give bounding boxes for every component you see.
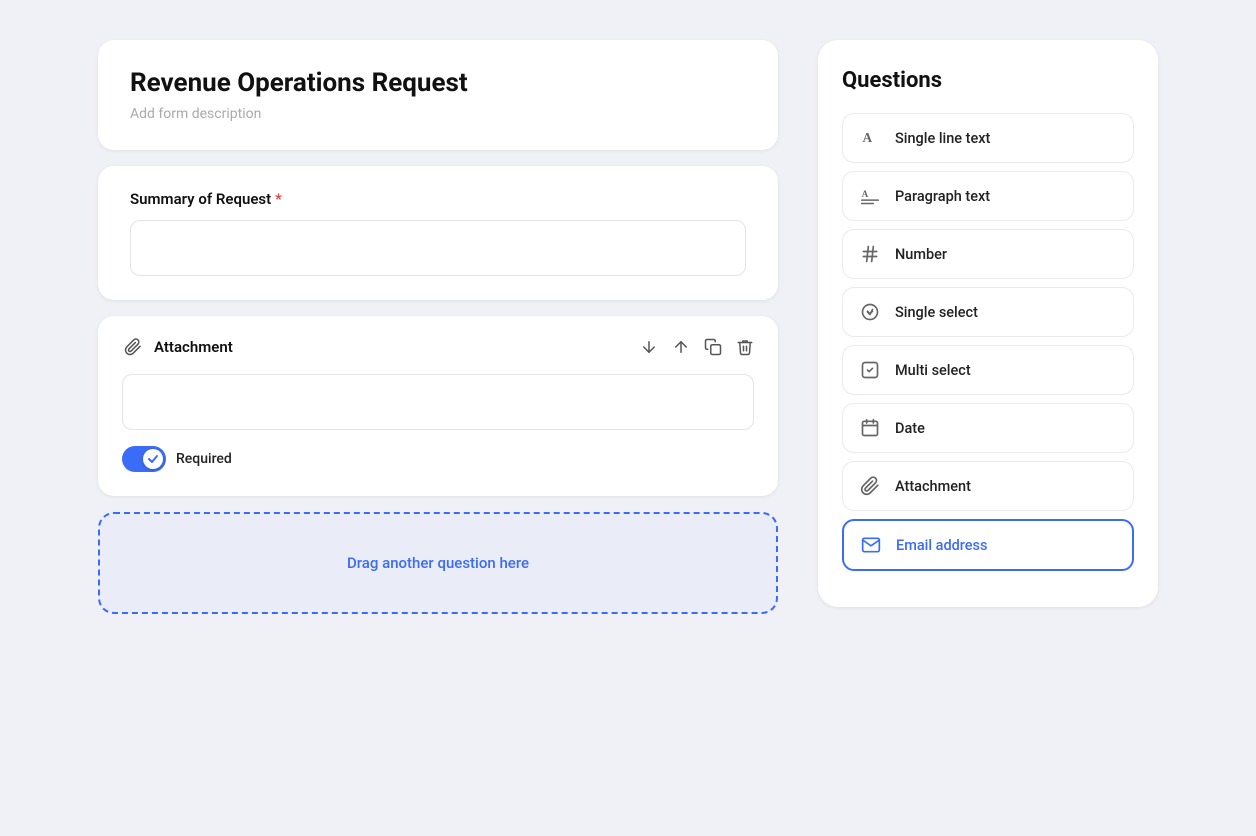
single-select-icon bbox=[859, 301, 881, 323]
multi-select-label: Multi select bbox=[895, 362, 971, 379]
question-item-single-select[interactable]: Single select bbox=[842, 287, 1134, 337]
attachment-label-text: Attachment bbox=[154, 338, 233, 356]
form-title: Revenue Operations Request bbox=[130, 68, 746, 98]
move-up-icon[interactable] bbox=[672, 338, 690, 356]
question-item-email-address[interactable]: Email address bbox=[842, 519, 1134, 571]
question-item-multi-select[interactable]: Multi select bbox=[842, 345, 1134, 395]
summary-field-label: Summary of Request * bbox=[130, 190, 746, 208]
required-star: * bbox=[275, 190, 282, 208]
attachment-input-area[interactable] bbox=[122, 374, 754, 430]
questions-title: Questions bbox=[842, 68, 1134, 93]
toggle-knob bbox=[143, 449, 163, 469]
paragraph-text-icon: A bbox=[859, 185, 881, 207]
drop-zone-text: Drag another question here bbox=[347, 554, 529, 572]
duplicate-icon[interactable] bbox=[704, 338, 722, 356]
drop-zone[interactable]: Drag another question here bbox=[98, 512, 778, 614]
required-toggle-switch[interactable] bbox=[122, 446, 166, 472]
form-header-card: Revenue Operations Request Add form desc… bbox=[98, 40, 778, 150]
svg-text:A: A bbox=[862, 189, 869, 199]
single-select-label: Single select bbox=[895, 304, 978, 321]
number-label: Number bbox=[895, 246, 947, 263]
svg-text:A: A bbox=[863, 130, 873, 145]
required-toggle: Required bbox=[122, 446, 754, 472]
question-item-number[interactable]: Number bbox=[842, 229, 1134, 279]
email-address-label: Email address bbox=[896, 537, 987, 554]
email-icon bbox=[860, 534, 882, 556]
attachment-header: Attachment bbox=[122, 336, 754, 358]
attachment-card: Attachment bbox=[98, 316, 778, 496]
right-panel: Questions A Single line text A Paragraph… bbox=[818, 40, 1158, 607]
move-down-icon[interactable] bbox=[640, 338, 658, 356]
number-icon bbox=[859, 243, 881, 265]
date-icon bbox=[859, 417, 881, 439]
single-line-text-label: Single line text bbox=[895, 130, 990, 147]
summary-field-card: Summary of Request * bbox=[98, 166, 778, 300]
question-item-attachment[interactable]: Attachment bbox=[842, 461, 1134, 511]
question-item-date[interactable]: Date bbox=[842, 403, 1134, 453]
main-container: Revenue Operations Request Add form desc… bbox=[0, 0, 1256, 836]
multi-select-icon bbox=[859, 359, 881, 381]
attachment-label: Attachment bbox=[122, 336, 233, 358]
question-item-single-line-text[interactable]: A Single line text bbox=[842, 113, 1134, 163]
attachment-question-label: Attachment bbox=[895, 478, 971, 495]
attachment-icon bbox=[859, 475, 881, 497]
single-line-text-icon: A bbox=[859, 127, 881, 149]
question-item-paragraph-text[interactable]: A Paragraph text bbox=[842, 171, 1134, 221]
required-label: Required bbox=[176, 451, 232, 467]
attachment-actions bbox=[640, 338, 754, 356]
date-label: Date bbox=[895, 420, 925, 437]
delete-icon[interactable] bbox=[736, 338, 754, 356]
paperclip-icon bbox=[122, 336, 144, 358]
summary-input[interactable] bbox=[130, 220, 746, 276]
paragraph-text-label: Paragraph text bbox=[895, 188, 990, 205]
summary-label-text: Summary of Request bbox=[130, 190, 271, 208]
left-panel: Revenue Operations Request Add form desc… bbox=[98, 40, 778, 614]
form-description: Add form description bbox=[130, 106, 746, 122]
